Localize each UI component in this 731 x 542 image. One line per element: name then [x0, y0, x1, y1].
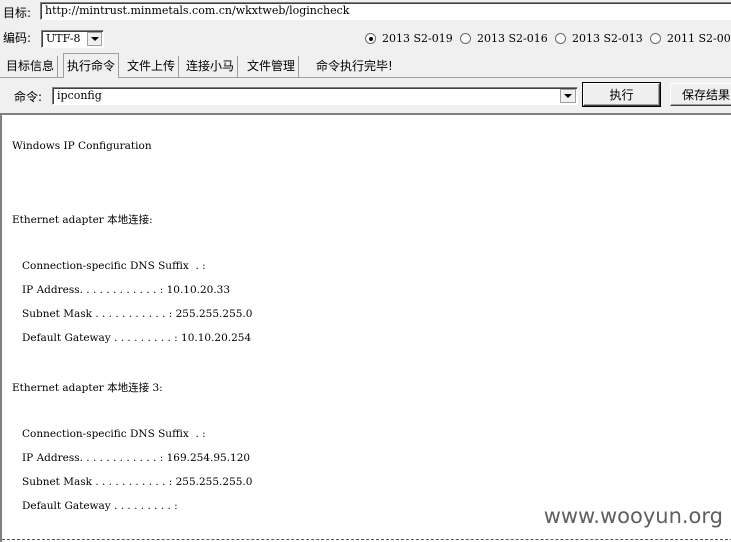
- encoding-select[interactable]: UTF-8: [41, 30, 104, 48]
- output-line: Ethernet adapter 本地连接:: [12, 214, 153, 226]
- exploit-option-s2-019[interactable]: 2013 S2-019: [365, 32, 453, 45]
- tab-strip: 目标信息 执行命令 文件上传 连接小马 文件管理 命令执行完毕!: [0, 53, 731, 78]
- command-history-dropdown[interactable]: [560, 89, 576, 103]
- tab-file-manager[interactable]: 文件管理: [244, 56, 300, 77]
- encoding-row: 编码: UTF-8 2013 S2-019 2013 S2-016 2013 S…: [0, 26, 731, 50]
- watermark: www.wooyun.org: [543, 504, 723, 528]
- tab-file-upload[interactable]: 文件上传: [124, 56, 180, 77]
- output-line: Ethernet adapter 本地连接 3:: [12, 382, 163, 394]
- target-row: 目标: http://mintrust.minmetals.com.cn/wkx…: [0, 0, 731, 24]
- radio-unselected-icon[interactable]: [460, 33, 471, 44]
- command-label: 命令:: [14, 90, 43, 104]
- command-output-panel[interactable]: Windows IP Configuration Ethernet adapte…: [0, 113, 731, 542]
- output-line: Default Gateway . . . . . . . . . : 10.1…: [12, 332, 252, 344]
- output-line: Connection-specific DNS Suffix . :: [12, 260, 206, 272]
- output-line: Subnet Mask . . . . . . . . . . . : 255.…: [12, 476, 253, 488]
- target-label: 目标:: [3, 6, 32, 20]
- output-separator: [2, 539, 731, 540]
- command-value: ipconfig: [57, 89, 102, 102]
- radio-unselected-icon[interactable]: [650, 33, 661, 44]
- chevron-down-icon: [564, 94, 572, 98]
- tab-execute-command[interactable]: 执行命令: [63, 53, 120, 78]
- encoding-value: UTF-8: [46, 32, 81, 45]
- tab-connect-shell[interactable]: 连接小马: [183, 56, 239, 77]
- exploit-option-label: 2013 S2-013: [572, 32, 643, 45]
- tab-target-info[interactable]: 目标信息: [3, 56, 59, 77]
- exploit-option-label: 2013 S2-016: [477, 32, 548, 45]
- exploit-option-s2-009[interactable]: 2011 S2-009: [650, 32, 731, 45]
- status-message: 命令执行完毕!: [316, 59, 393, 73]
- exploit-option-s2-016[interactable]: 2013 S2-016: [460, 32, 548, 45]
- output-line: IP Address. . . . . . . . . . . . : 10.1…: [12, 284, 231, 296]
- command-input[interactable]: ipconfig: [52, 87, 578, 105]
- output-line: Connection-specific DNS Suffix . :: [12, 428, 206, 440]
- exploit-option-label: 2011 S2-009: [667, 32, 731, 45]
- output-line: IP Address. . . . . . . . . . . . : 169.…: [12, 452, 251, 464]
- encoding-dropdown-button[interactable]: [87, 32, 102, 46]
- output-line: Subnet Mask . . . . . . . . . . . : 255.…: [12, 308, 253, 320]
- exploit-option-label: 2013 S2-019: [382, 32, 453, 45]
- url-input[interactable]: http://mintrust.minmetals.com.cn/wkxtweb…: [40, 2, 731, 20]
- radio-unselected-icon[interactable]: [555, 33, 566, 44]
- radio-selected-icon[interactable]: [365, 33, 376, 44]
- execute-button[interactable]: 执行: [582, 82, 661, 107]
- save-results-button[interactable]: 保存结果: [670, 83, 731, 106]
- encoding-label: 编码:: [3, 31, 32, 45]
- output-line: Default Gateway . . . . . . . . . :: [12, 500, 178, 512]
- chevron-down-icon: [90, 37, 99, 41]
- exploit-option-s2-013[interactable]: 2013 S2-013: [555, 32, 643, 45]
- output-line: Windows IP Configuration: [12, 140, 152, 152]
